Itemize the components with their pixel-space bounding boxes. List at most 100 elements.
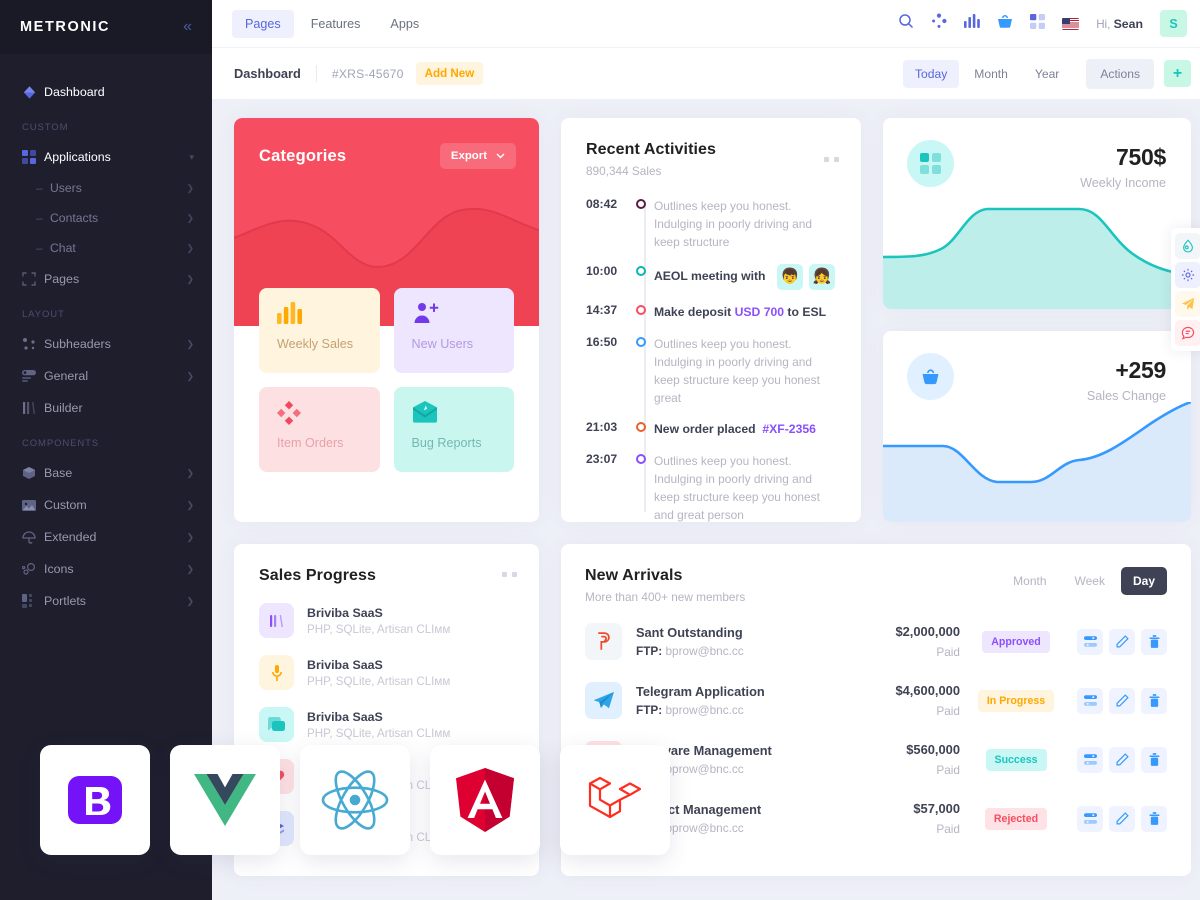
connections-icon[interactable] [931, 13, 947, 34]
sidebar-item-applications[interactable]: Applications ▾ [0, 141, 212, 173]
tile-bug-reports[interactable]: Bug Reports [393, 387, 514, 472]
toggle-month[interactable]: Month [1001, 567, 1058, 595]
settings-sliders-icon[interactable] [1077, 687, 1103, 714]
sidebar-item-label: General [44, 369, 89, 383]
brand-header: METRONIC « [0, 0, 212, 54]
tile-weekly-sales[interactable]: Weekly Sales [259, 288, 380, 373]
tab-apps[interactable]: Apps [377, 10, 432, 38]
diamond-icon [22, 85, 44, 100]
sidebar-item-extended[interactable]: Extended ❯ [0, 521, 212, 553]
settings-sliders-icon[interactable] [1077, 628, 1103, 655]
period-year[interactable]: Year [1023, 60, 1071, 88]
react-logo[interactable] [300, 745, 410, 855]
user-name: Sean [1113, 16, 1143, 31]
sidebar-item-label: Base [44, 466, 73, 480]
sidebar-item-base[interactable]: Base ❯ [0, 457, 212, 489]
user-plus-icon [412, 303, 440, 328]
period-today[interactable]: Today [902, 59, 960, 88]
edit-pencil-icon[interactable] [1109, 746, 1135, 773]
row-amount-cell: $4,600,000 Paid [850, 683, 960, 718]
grid-squares-icon[interactable] [1030, 13, 1046, 34]
layout-icon [22, 594, 44, 608]
chevron-double-left-icon[interactable]: « [183, 19, 192, 35]
avatar[interactable]: 👦 [776, 264, 803, 291]
table-row[interactable]: Sant Outstanding FTP: bprow@bnc.cc $2,00… [585, 612, 1167, 671]
list-item[interactable]: Briviba SaaS PHP, SQLite, Artisan CLIмм [259, 655, 517, 690]
activity-time: 14:37 [586, 303, 618, 318]
trash-icon[interactable] [1141, 805, 1167, 832]
vue-logo[interactable] [170, 745, 280, 855]
toggle-day[interactable]: Day [1120, 567, 1167, 595]
grid-icon [22, 150, 44, 164]
sidebar-item-portlets[interactable]: Portlets ❯ [0, 585, 212, 617]
edit-pencil-icon[interactable] [1109, 805, 1135, 832]
status-badge: Approved [982, 630, 1050, 653]
sidebar-subitem-label: Chat [50, 241, 76, 255]
categories-title: Categories [259, 146, 347, 165]
trash-icon[interactable] [1141, 746, 1167, 773]
avatar[interactable]: S [1160, 10, 1187, 37]
angular-logo[interactable] [430, 745, 540, 855]
sidebar-item-label: Icons [44, 562, 74, 576]
brand-name: METRONIC [20, 19, 111, 35]
sidebar-subitem-users[interactable]: – Users ❯ [0, 173, 212, 203]
list-item-body: Briviba SaaS PHP, SQLite, Artisan CLIмм [307, 710, 450, 740]
list-item[interactable]: Briviba SaaS PHP, SQLite, Artisan CLIмм [259, 707, 517, 742]
sidebar-subitem-chat[interactable]: – Chat ❯ [0, 233, 212, 263]
add-new-button[interactable]: Add New [415, 62, 484, 85]
search-icon[interactable] [898, 13, 914, 34]
tab-pages[interactable]: Pages [232, 9, 294, 38]
toggle-week[interactable]: Week [1063, 567, 1117, 595]
table-row[interactable]: Telegram Application FTP: bprow@bnc.cc $… [585, 671, 1167, 730]
table-row[interactable]: Software Management FTP: bprow@bnc.cc $5… [585, 730, 1167, 789]
sidebar-item-builder[interactable]: Builder [0, 392, 212, 424]
edit-pencil-icon[interactable] [1109, 628, 1135, 655]
page-title: Dashboard [234, 66, 301, 81]
activities-menu-button[interactable] [824, 157, 839, 162]
chat-bubble-icon[interactable] [1175, 320, 1200, 346]
tab-features[interactable]: Features [298, 10, 374, 38]
sidebar-item-custom[interactable]: Custom ❯ [0, 489, 212, 521]
paper-plane-icon[interactable] [1175, 291, 1200, 317]
droplet-icon[interactable] [1175, 233, 1200, 259]
trash-icon[interactable] [1141, 628, 1167, 655]
trash-icon[interactable] [1141, 687, 1167, 714]
new-arrivals-titles: New Arrivals More than 400+ new members [585, 567, 745, 604]
categories-tiles: Weekly Sales New Users Item Orders Bug R… [259, 288, 514, 472]
sales-change-card: +259 Sales Change [883, 331, 1191, 522]
period-month[interactable]: Month [962, 60, 1020, 88]
tile-new-users[interactable]: New Users [393, 288, 514, 373]
activity-time: 08:42 [586, 197, 618, 211]
us-flag-icon[interactable] [1062, 17, 1080, 30]
avatar[interactable]: 👧 [808, 264, 835, 291]
bootstrap-logo[interactable] [40, 745, 150, 855]
nav-tabs: Pages Features Apps [232, 9, 432, 38]
new-arrivals-header: New Arrivals More than 400+ new members … [585, 567, 1167, 604]
table-row[interactable]: Project Management FTP: bprow@bnc.cc $57… [585, 789, 1167, 848]
sidebar-item-icons[interactable]: Icons ❯ [0, 553, 212, 585]
status-badge: Rejected [984, 807, 1048, 830]
sidebar-subitem-contacts[interactable]: – Contacts ❯ [0, 203, 212, 233]
stat-label: Weekly Income [1080, 176, 1166, 190]
settings-sliders-icon[interactable] [1077, 805, 1103, 832]
bar-chart-icon[interactable] [964, 14, 980, 33]
list-item[interactable]: Briviba SaaS PHP, SQLite, Artisan CLIмм [259, 603, 517, 638]
activity-accent[interactable]: #XF-2356 [762, 422, 816, 436]
sidebar-item-dashboard[interactable]: Dashboard [0, 76, 212, 108]
tile-item-orders[interactable]: Item Orders [259, 387, 380, 472]
basket-icon[interactable] [997, 14, 1013, 34]
chevron-right-icon: ❯ [186, 563, 194, 574]
activity-text: Outlines keep you honest. Indulging in p… [654, 199, 812, 250]
sidebar-item-subheaders[interactable]: Subheaders ❯ [0, 328, 212, 360]
gear-icon[interactable] [1175, 262, 1200, 288]
sidebar-item-pages[interactable]: Pages ❯ [0, 263, 212, 295]
settings-sliders-icon[interactable] [1077, 746, 1103, 773]
actions-button[interactable]: Actions [1086, 58, 1154, 89]
laravel-logo[interactable] [560, 745, 670, 855]
sidebar-item-general[interactable]: General ❯ [0, 360, 212, 392]
edit-pencil-icon[interactable] [1109, 687, 1135, 714]
new-arrivals-table: Sant Outstanding FTP: bprow@bnc.cc $2,00… [585, 612, 1167, 848]
plus-icon[interactable]: + [1164, 60, 1191, 87]
export-button[interactable]: Export [439, 143, 516, 169]
sales-progress-menu-button[interactable] [502, 572, 517, 577]
